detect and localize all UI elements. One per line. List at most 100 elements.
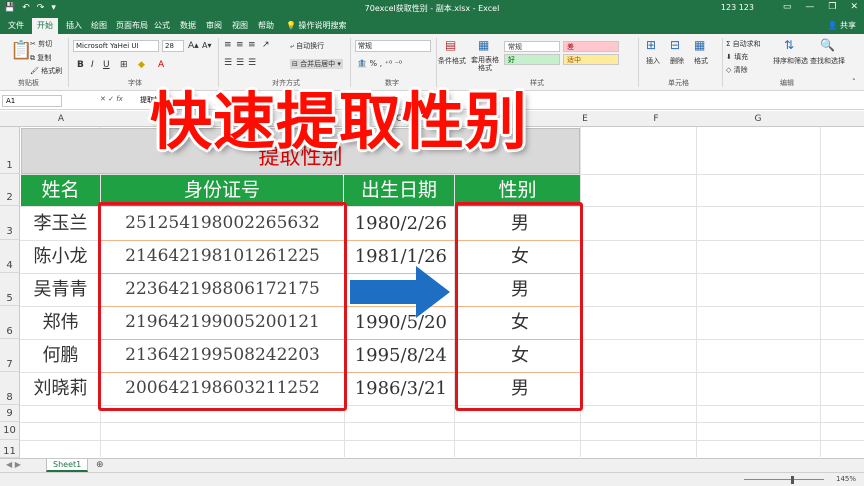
user-name[interactable]: 123 123: [721, 3, 754, 12]
shrink-font-icon[interactable]: A▾: [202, 41, 212, 50]
ribbon-display-icon[interactable]: ▭: [783, 2, 792, 12]
style-normal[interactable]: 常规: [504, 41, 560, 52]
name-box[interactable]: A1: [2, 95, 62, 107]
grid-line: [20, 440, 864, 441]
find-select-icon[interactable]: 🔍: [820, 38, 835, 52]
row-header[interactable]: 10: [0, 422, 20, 440]
tab-insert[interactable]: 插入: [66, 20, 82, 31]
currency-icon[interactable]: 🏦 % , ⁺⁰ ⁻⁰: [357, 59, 402, 68]
cut-button[interactable]: ✂ 剪切: [30, 39, 52, 49]
fx-icon[interactable]: ✕ ✓ fx: [100, 95, 123, 103]
delete-cells-icon[interactable]: ⊟: [670, 38, 680, 52]
format-table-button[interactable]: 套用表格格式: [468, 56, 502, 72]
grow-font-icon[interactable]: A▴: [188, 41, 199, 51]
add-sheet-icon[interactable]: ⊕: [96, 460, 104, 470]
fill-color-icon[interactable]: ◆: [138, 60, 145, 70]
style-good[interactable]: 好: [504, 54, 560, 65]
align-middle-icon[interactable]: ≡: [236, 40, 244, 50]
fill-button[interactable]: ⬇ 填充: [726, 52, 748, 62]
insert-cells-button[interactable]: 插入: [646, 56, 660, 66]
sort-filter-button[interactable]: 排序和筛选: [773, 56, 808, 66]
cell-name[interactable]: 陈小龙: [21, 240, 100, 273]
row-header[interactable]: 2: [0, 174, 20, 206]
zoom-slider-track[interactable]: [744, 479, 824, 480]
orientation-icon[interactable]: ↗: [262, 40, 270, 50]
align-top-icon[interactable]: ≡: [224, 40, 232, 50]
bold-button[interactable]: B: [77, 60, 84, 70]
tab-data[interactable]: 数据: [180, 20, 196, 31]
number-format-select[interactable]: 常规: [355, 40, 431, 52]
clear-button[interactable]: ◇ 清除: [726, 65, 748, 75]
copy-button[interactable]: ⧉ 复制: [30, 53, 51, 63]
cell-name[interactable]: 李玉兰: [21, 207, 100, 240]
share-button[interactable]: 👤 共享: [827, 20, 856, 31]
column-header-e[interactable]: E: [580, 114, 590, 124]
format-painter-button[interactable]: 🖌 格式刷: [30, 66, 62, 76]
tab-help[interactable]: 帮助: [258, 20, 274, 31]
header-name[interactable]: 姓名: [21, 175, 100, 206]
sort-filter-icon[interactable]: ⇅: [784, 38, 794, 52]
restore-icon[interactable]: ❐: [828, 2, 836, 12]
merge-center-button[interactable]: ⊟ 合并后居中 ▾: [290, 59, 343, 69]
minimize-icon[interactable]: —: [805, 2, 814, 12]
cell-name[interactable]: 吴青青: [21, 273, 100, 306]
border-icon[interactable]: ⊞: [120, 60, 128, 70]
row-header[interactable]: 6: [0, 306, 20, 339]
collapse-ribbon-icon[interactable]: ˄: [852, 78, 856, 86]
cell-date[interactable]: 1980/2/26: [344, 207, 449, 240]
tab-formulas[interactable]: 公式: [154, 20, 170, 31]
format-cells-button[interactable]: 格式: [694, 56, 708, 66]
cell-name[interactable]: 郑伟: [21, 306, 100, 339]
italic-button[interactable]: I: [91, 60, 94, 70]
row-header[interactable]: 4: [0, 240, 20, 273]
row-header[interactable]: 7: [0, 339, 20, 372]
cell-date[interactable]: 1986/3/21: [344, 372, 449, 405]
header-birthdate[interactable]: 出生日期: [344, 175, 454, 206]
zoom-slider-thumb[interactable]: [791, 476, 794, 484]
format-cells-icon[interactable]: ▦: [694, 38, 705, 52]
clipboard-group-label: 剪贴板: [18, 79, 39, 87]
tab-home[interactable]: 开始: [32, 18, 58, 34]
align-right-icon[interactable]: ☰: [248, 58, 256, 68]
row-header[interactable]: 11: [0, 440, 20, 458]
column-header-f[interactable]: F: [616, 114, 696, 124]
underline-button[interactable]: U: [103, 60, 110, 70]
tab-file[interactable]: 文件: [8, 20, 24, 31]
style-neutral[interactable]: 适中: [563, 54, 619, 65]
sheet-nav-icon[interactable]: ◀ ▶: [6, 460, 21, 469]
sheet-tab-sheet1[interactable]: Sheet1: [46, 459, 89, 472]
font-name-select[interactable]: Microsoft YaHei UI: [73, 40, 159, 52]
wrap-text-button[interactable]: ⤶ 自动换行: [290, 41, 324, 51]
conditional-format-icon[interactable]: ▤: [445, 38, 456, 52]
align-left-icon[interactable]: ☰: [224, 58, 232, 68]
find-select-button[interactable]: 查找和选择: [810, 56, 845, 66]
insert-cells-icon[interactable]: ⊞: [646, 38, 656, 52]
row-header[interactable]: 8: [0, 372, 20, 405]
tab-draw[interactable]: 绘图: [91, 20, 107, 31]
tab-page-layout[interactable]: 页面布局: [116, 20, 148, 31]
row-header[interactable]: 3: [0, 206, 20, 240]
cell-name[interactable]: 何鹏: [21, 339, 100, 372]
zoom-level[interactable]: 145%: [836, 475, 856, 483]
close-icon[interactable]: ✕: [850, 2, 858, 12]
conditional-format-button[interactable]: 条件格式: [438, 56, 466, 66]
font-size-select[interactable]: 28: [162, 40, 184, 52]
row-header[interactable]: 1: [0, 127, 20, 174]
delete-cells-button[interactable]: 删除: [670, 56, 684, 66]
align-center-icon[interactable]: ☰: [236, 58, 244, 68]
align-bottom-icon[interactable]: ≡: [248, 40, 256, 50]
column-header-a[interactable]: A: [21, 114, 101, 124]
column-header-g[interactable]: G: [718, 114, 798, 124]
format-table-icon[interactable]: ▦: [478, 38, 489, 52]
row-header[interactable]: 5: [0, 273, 20, 306]
cell-date[interactable]: 1995/8/24: [344, 339, 449, 372]
style-bad[interactable]: 差: [563, 41, 619, 52]
tab-view[interactable]: 视图: [232, 20, 248, 31]
font-color-icon[interactable]: A: [158, 60, 164, 70]
autosum-button[interactable]: Σ 自动求和: [726, 39, 761, 49]
gender-highlight-box: [455, 202, 583, 411]
row-header[interactable]: 9: [0, 405, 20, 422]
tab-review[interactable]: 审阅: [206, 20, 222, 31]
tell-me-search[interactable]: 💡 操作说明搜索: [286, 20, 347, 31]
cell-name[interactable]: 刘晓莉: [21, 372, 100, 405]
